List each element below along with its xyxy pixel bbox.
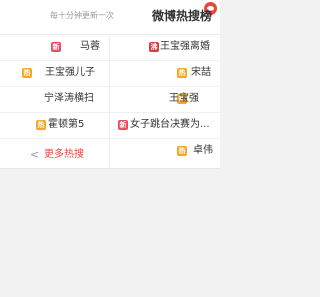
hot-badge: 热 <box>177 146 187 156</box>
hot-search-item-4[interactable]: 热 王宝强儿子 <box>0 60 109 86</box>
hot-search-item-7[interactable]: 新 女子跳台决赛为... <box>111 112 220 138</box>
more-hot-search-link[interactable]: < 更多热搜 <box>30 148 90 162</box>
hot-search-label: 女子跳台决赛为... <box>130 119 210 130</box>
new-badge: 新 <box>118 120 128 130</box>
hot-search-label: 宁泽涛横扫 <box>44 93 94 104</box>
hot-search-label: 马蓉 <box>80 41 100 52</box>
hot-search-item-9[interactable]: 热 卓伟 <box>111 138 220 164</box>
chevron-left-icon: < <box>30 148 40 161</box>
hot-search-item-3[interactable]: 热 宋喆 <box>111 60 220 86</box>
hot-search-item-8[interactable]: 热 霍顿第5 <box>0 112 109 138</box>
hot-badge: 热 <box>22 68 32 78</box>
card-header: 微博热搜榜 每十分钟更新一次 <box>0 0 220 35</box>
hot-badge: 热 <box>177 68 187 78</box>
card-title: 微博热搜榜 <box>151 9 212 23</box>
hot-search-item-2[interactable]: 新 马蓉 <box>0 34 109 60</box>
more-hot-search-label: 更多热搜 <box>44 149 84 160</box>
column-divider <box>109 34 110 168</box>
update-note: 每十分钟更新一次 <box>50 11 114 20</box>
boil-badge: 沸 <box>149 42 159 52</box>
hot-badge: 热 <box>36 120 46 130</box>
hot-search-item-1[interactable]: 沸 王宝强离婚 <box>111 34 220 60</box>
hot-search-item-6[interactable]: 宁泽涛横扫 <box>0 86 109 112</box>
hot-search-label: 霍顿第5 <box>48 119 85 130</box>
hot-search-label: 卓伟 <box>193 145 213 156</box>
new-badge: 新 <box>51 42 61 52</box>
hot-search-label: 王宝强 <box>169 93 199 104</box>
hot-search-item-5[interactable]: 热 王宝强 <box>111 86 220 112</box>
hot-search-card: 微博热搜榜 每十分钟更新一次 沸 王宝强离婚 新 马蓉 热 宋喆 热 王宝强儿子… <box>0 0 220 169</box>
hot-search-label: 宋喆 <box>191 67 211 78</box>
hot-search-label: 王宝强儿子 <box>45 67 95 78</box>
hot-search-label: 王宝强离婚 <box>160 41 210 52</box>
